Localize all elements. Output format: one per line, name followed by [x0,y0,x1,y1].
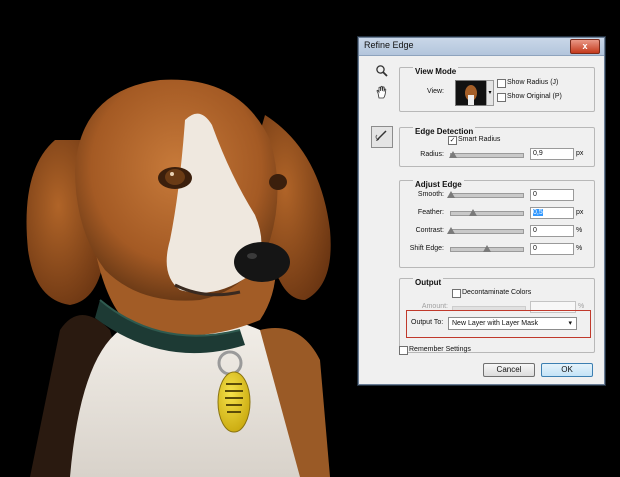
chevron-down-icon: ▾ [488,90,492,96]
contrast-slider-thumb[interactable] [447,227,455,234]
radius-value: 0,9 [533,150,543,157]
contrast-slider[interactable] [447,227,524,234]
edge-detection-heading: Edge Detection [413,127,476,136]
output-heading: Output [413,278,444,287]
view-dropdown-button[interactable]: ▾ [486,80,494,106]
smooth-slider-thumb[interactable] [447,191,455,198]
contrast-value: 0 [533,227,537,234]
refine-radius-brush-tool[interactable] [371,126,393,148]
feather-unit: px [576,209,584,216]
radius-label: Radius: [420,151,444,158]
view-mode-group: View Mode View: ▾ Show Radius (J) Show O… [399,67,595,112]
show-radius-label: Show Radius (J) [507,79,559,86]
close-button[interactable]: x [570,39,600,54]
title-bar[interactable]: Refine Edge x [359,38,604,56]
shift-edge-unit: % [576,245,583,252]
amount-label: Amount: [421,303,448,310]
feather-slider[interactable] [450,209,524,216]
contrast-field[interactable]: 0 [530,225,574,237]
close-icon: x [582,41,588,51]
show-radius-checkbox[interactable] [497,79,506,88]
shift-edge-slider[interactable] [450,245,524,252]
hand-icon [376,85,387,99]
contrast-unit: % [576,227,583,234]
smooth-field[interactable]: 0 [530,189,574,201]
output-to-value: New Layer with Layer Mask [452,320,538,327]
feather-label: Feather: [417,209,444,216]
magnifier-icon [376,65,388,77]
show-original-checkbox[interactable] [497,93,506,102]
decontaminate-colors-checkbox[interactable] [452,289,461,298]
cancel-button[interactable]: Cancel [483,363,535,377]
edge-detection-group: Edge Detection ✓ Smart Radius Radius: 0,… [399,127,595,167]
view-mode-heading: View Mode [413,67,459,76]
smooth-slider[interactable] [447,191,524,198]
refine-edge-dialog: Refine Edge x View Mode View: ▾ Show Rad… [358,37,605,385]
amount-unit: % [578,303,585,310]
output-to-label: Output To: [411,319,444,326]
dialog-title: Refine Edge [364,40,414,50]
decontaminate-colors-label: Decontaminate Colors [462,289,532,296]
show-original-label: Show Original (P) [507,93,562,100]
remember-settings-label: Remember Settings [409,346,471,353]
radius-slider[interactable] [449,151,524,158]
shift-edge-value: 0 [533,245,537,252]
adjust-edge-group: Adjust Edge Smooth: 0 Feather: 0,5 px Co… [399,180,595,268]
output-to-select[interactable]: New Layer with Layer Mask ▾ [448,317,577,330]
canvas: Refine Edge x View Mode View: ▾ Show Rad… [0,0,620,477]
shift-edge-field[interactable]: 0 [530,243,574,255]
smooth-label: Smooth: [417,191,444,198]
radius-field[interactable]: 0,9 [530,148,574,160]
view-preview-icon [465,85,477,105]
adjust-edge-heading: Adjust Edge [413,180,464,189]
feather-value: 0,5 [533,209,543,216]
contrast-label: Contrast: [415,227,444,234]
dialog-content: View Mode View: ▾ Show Radius (J) Show O… [359,56,604,384]
chevron-down-icon: ▾ [568,320,572,327]
view-label: View: [427,88,444,95]
view-thumbnail[interactable] [455,80,487,106]
smooth-value: 0 [533,191,537,198]
hand-tool[interactable] [373,85,391,103]
radius-unit: px [576,150,584,157]
feather-field[interactable]: 0,5 [530,207,574,219]
shift-edge-label: Shift Edge: [409,245,444,252]
ok-button[interactable]: OK [541,363,593,377]
brush-icon [375,130,387,141]
radius-slider-thumb[interactable] [449,151,457,158]
zoom-tool[interactable] [373,64,391,82]
remember-settings-checkbox[interactable] [399,346,408,355]
smart-radius-checkbox[interactable]: ✓ [448,136,457,145]
feather-slider-thumb[interactable] [469,209,477,216]
shift-edge-slider-thumb[interactable] [483,245,491,252]
smart-radius-label: Smart Radius [458,136,501,143]
